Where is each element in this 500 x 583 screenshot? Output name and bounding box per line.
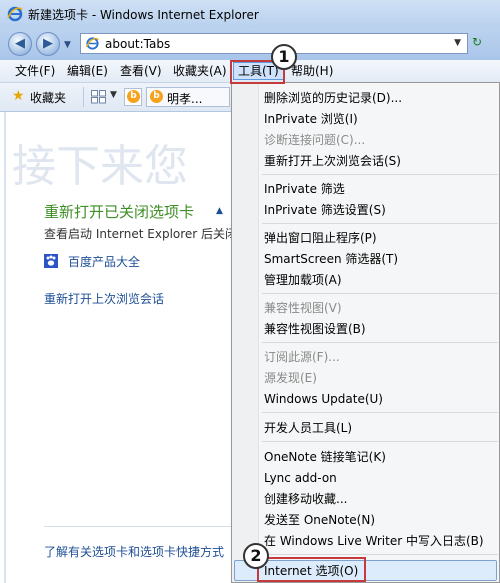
menu-item-inprivate-browsing[interactable]: InPrivate 浏览(I): [264, 109, 358, 129]
refresh-icon[interactable]: ↻: [472, 35, 496, 53]
title-bar: 新建选项卡 - Windows Internet Explorer: [0, 0, 500, 28]
tab-icon-only[interactable]: b: [124, 88, 142, 106]
divider: [44, 526, 232, 527]
favorites-star-icon[interactable]: ★: [12, 88, 25, 104]
menu-item-diagnose-connection[interactable]: 诊断连接问题(C)...: [264, 130, 365, 150]
reopen-closed-tabs-heading: 重新打开已关闭选项卡: [44, 203, 195, 221]
baidu-products-link[interactable]: 百度产品大全: [68, 253, 140, 270]
menu-file[interactable]: 文件(F): [12, 62, 58, 80]
menu-item-feed-discovery[interactable]: 源发现(E): [264, 368, 317, 388]
menu-item-create-mobile-favorite[interactable]: 创建移动收藏...: [264, 489, 347, 509]
menu-item-developer-tools[interactable]: 开发人员工具(L): [264, 418, 352, 438]
reopen-last-session-link[interactable]: 重新打开上次浏览会话: [44, 290, 164, 307]
window-title: 新建选项卡 - Windows Internet Explorer: [28, 8, 259, 22]
menu-item-compat-view[interactable]: 兼容性视图(V): [264, 298, 342, 318]
ie-logo-icon: [7, 6, 23, 22]
menu-gutter: [232, 83, 259, 582]
menu-item-inprivate-filtering[interactable]: InPrivate 筛选: [264, 179, 345, 199]
navigation-bar: ◀ ▶ ▼ about:Tabs ▼ ↻: [0, 28, 500, 60]
callout-number-2: 2: [243, 543, 269, 569]
baidu-paw-icon: [44, 254, 58, 268]
site-icon: b: [127, 90, 140, 103]
menu-item-popup-blocker[interactable]: 弹出窗口阻止程序(P): [264, 228, 377, 248]
watermark-heading: 接下来您: [12, 141, 188, 192]
menu-help[interactable]: 帮助(H): [288, 62, 336, 80]
menu-separator: [262, 554, 498, 555]
menu-separator: [262, 174, 498, 175]
menu-separator: [262, 441, 498, 442]
menu-item-subscribe-feed[interactable]: 订阅此源(F)...: [264, 347, 340, 367]
callout-highlight-internet-options: [257, 557, 366, 582]
favorites-button[interactable]: 收藏夹: [30, 89, 66, 106]
divider: [83, 87, 84, 107]
menu-edit[interactable]: 编辑(E): [64, 62, 111, 80]
menu-item-reopen-last-session[interactable]: 重新打开上次浏览会话(S): [264, 151, 401, 171]
address-dropdown-icon[interactable]: ▼: [454, 38, 461, 48]
menu-item-delete-history[interactable]: 删除浏览的历史记录(D)...: [264, 88, 402, 108]
tab-item[interactable]: b 明孝...: [146, 87, 230, 107]
reopen-description: 查看启动 Internet Explorer 后关闭: [44, 227, 238, 241]
tab-list-dropdown-icon[interactable]: ▼: [110, 90, 117, 100]
menu-favorites[interactable]: 收藏夹(A): [170, 62, 230, 80]
menu-item-smartscreen-filter[interactable]: SmartScreen 筛选器(T): [264, 249, 398, 269]
ie-page-icon: [85, 37, 100, 50]
menu-item-onenote-linked-notes[interactable]: OneNote 链接笔记(K): [264, 447, 386, 467]
menu-item-lync-addon[interactable]: Lync add-on: [264, 468, 337, 488]
forward-button[interactable]: ▶: [36, 32, 60, 56]
tabs-shortcuts-link[interactable]: 了解有关选项卡和选项卡快捷方式: [44, 543, 224, 560]
menu-separator: [262, 412, 498, 413]
callout-number-1: 1: [271, 44, 297, 70]
tools-menu-dropdown: 删除浏览的历史记录(D)... InPrivate 浏览(I) 诊断连接问题(C…: [231, 82, 500, 583]
menu-separator: [262, 223, 498, 224]
quick-tabs-icon[interactable]: [91, 90, 106, 104]
menu-separator: [262, 293, 498, 294]
menu-view[interactable]: 查看(V): [117, 62, 165, 80]
menu-item-compat-view-settings[interactable]: 兼容性视图设置(B): [264, 319, 366, 339]
menu-item-send-to-onenote[interactable]: 发送至 OneNote(N): [264, 510, 375, 530]
back-button[interactable]: ◀: [8, 32, 32, 56]
left-border: [4, 112, 6, 583]
menu-item-inprivate-filter-settings[interactable]: InPrivate 筛选设置(S): [264, 200, 386, 220]
menu-item-live-writer-blog[interactable]: 在 Windows Live Writer 中写入日志(B): [264, 531, 484, 551]
collapse-chevron-icon[interactable]: ▲: [216, 206, 223, 216]
tab-label: 明孝...: [167, 92, 203, 106]
history-dropdown-icon[interactable]: ▼: [64, 40, 71, 50]
site-icon: b: [150, 90, 163, 103]
menu-separator: [262, 342, 498, 343]
menu-item-manage-addons[interactable]: 管理加载项(A): [264, 270, 342, 290]
menu-item-windows-update[interactable]: Windows Update(U): [264, 389, 383, 409]
address-text[interactable]: about:Tabs: [105, 37, 170, 51]
